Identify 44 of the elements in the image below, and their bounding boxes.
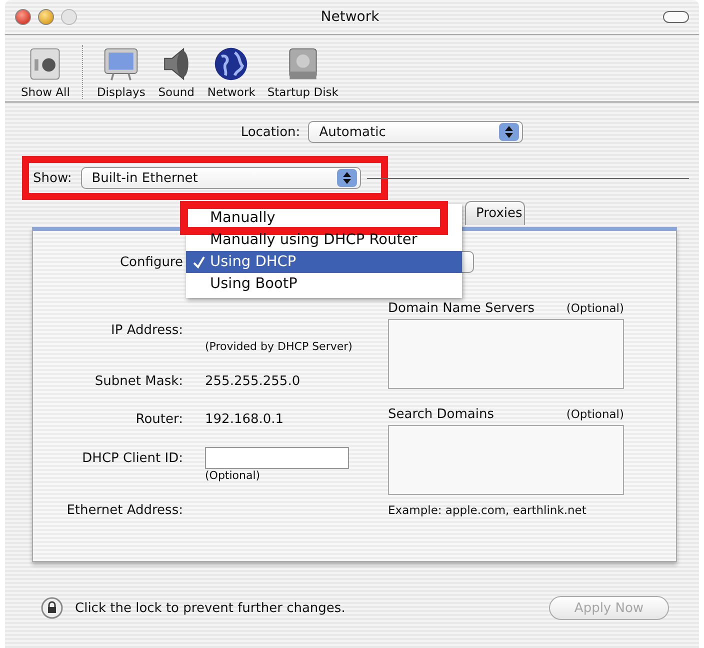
field-label: IP Address: bbox=[110, 322, 183, 338]
menu-item[interactable]: Using DHCP bbox=[186, 251, 462, 273]
field-value: 192.168.0.1 bbox=[205, 412, 284, 426]
menu-item[interactable]: Manually bbox=[186, 207, 442, 229]
minimize-button[interactable] bbox=[38, 9, 54, 25]
location-popup[interactable]: Automatic bbox=[308, 121, 524, 143]
configure-label: Configure bbox=[118, 254, 183, 270]
field-label: Ethernet Address: bbox=[66, 502, 183, 518]
popup-arrows-icon bbox=[336, 169, 357, 187]
optional-note: (Optional) bbox=[566, 301, 624, 315]
location-label: Location: bbox=[240, 124, 300, 140]
popup-value: Built-in Ethernet bbox=[92, 170, 198, 186]
lock-icon[interactable] bbox=[41, 597, 63, 619]
menu-item[interactable]: Manually using DHCP Router bbox=[186, 229, 462, 251]
search-domains-text-area[interactable] bbox=[388, 425, 624, 495]
tab[interactable]: Proxies bbox=[465, 201, 525, 225]
dns-text-area[interactable] bbox=[388, 319, 624, 389]
zoom-button[interactable] bbox=[61, 9, 77, 25]
field-label: Router: bbox=[134, 412, 183, 426]
search-domains-label: Search Domains bbox=[388, 407, 494, 422]
field-label: DHCP Client ID: bbox=[81, 450, 183, 466]
toolbar-toggle-button[interactable] bbox=[663, 11, 689, 23]
toolbar-button[interactable]: Sound bbox=[151, 45, 202, 99]
example-text: Example: apple.com, earthlink.net bbox=[388, 503, 588, 517]
field-value: 255.255.255.0 bbox=[205, 374, 300, 388]
show-label: Show: bbox=[33, 170, 72, 186]
dns-label: Domain Name Servers bbox=[388, 301, 534, 316]
window-title: Network bbox=[320, 9, 380, 25]
field-note: (Optional) bbox=[205, 469, 262, 482]
menu-item[interactable]: Using BootP bbox=[186, 273, 462, 295]
toolbar-button[interactable]: Displays bbox=[90, 45, 152, 99]
show-popup[interactable]: Built-in Ethernet bbox=[80, 167, 361, 189]
toolbar-button[interactable]: Network bbox=[201, 45, 262, 99]
close-button[interactable] bbox=[15, 9, 31, 25]
toolbar-button[interactable]: Show All bbox=[15, 45, 83, 99]
field-label: Subnet Mask: bbox=[94, 374, 183, 388]
toolbar-button[interactable]: Startup Disk bbox=[261, 45, 344, 99]
popup-arrows-icon bbox=[499, 123, 520, 141]
input-field[interactable] bbox=[205, 447, 349, 469]
checkmark-icon bbox=[192, 255, 206, 269]
field-note: (Provided by DHCP Server) bbox=[205, 340, 354, 353]
lock-message: Click the lock to prevent further changes. bbox=[75, 600, 346, 616]
optional-note: (Optional) bbox=[566, 407, 624, 421]
popup-value: Automatic bbox=[319, 124, 386, 140]
